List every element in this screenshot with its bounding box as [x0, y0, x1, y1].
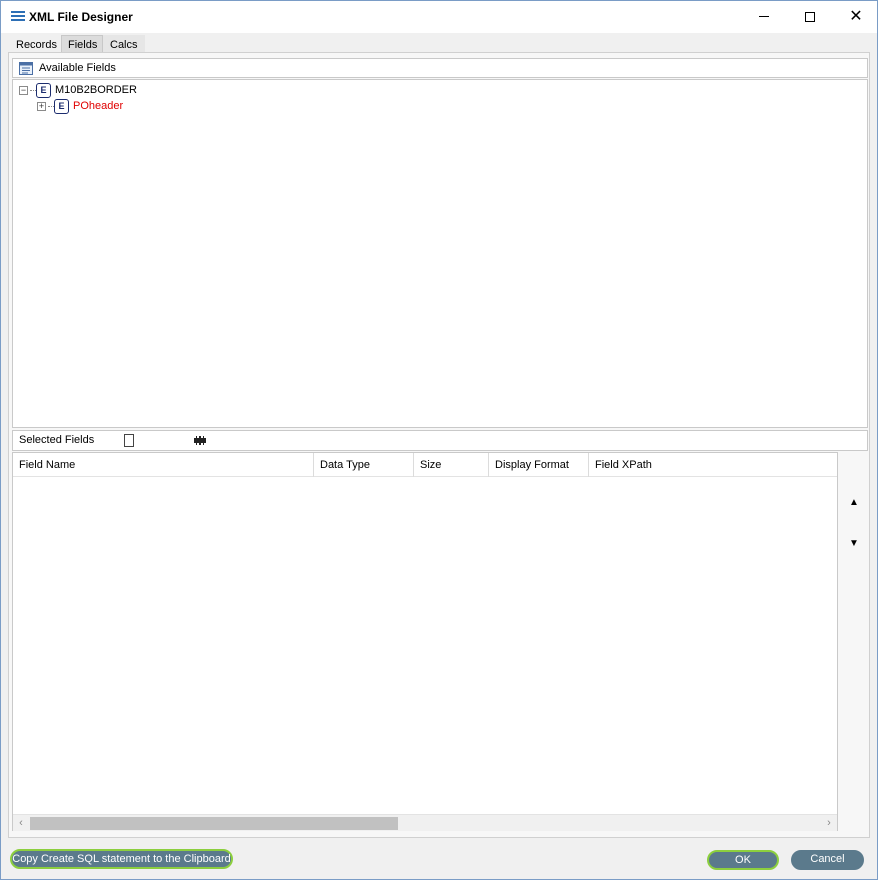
tree-node[interactable]: − E M10B2BORDER: [19, 82, 137, 98]
column-header-data-type[interactable]: Data Type: [314, 453, 414, 477]
collapse-icon[interactable]: −: [19, 85, 28, 95]
ok-button[interactable]: OK: [707, 850, 779, 870]
available-fields-tree[interactable]: − E M10B2BORDER + E POheader: [12, 79, 868, 428]
tree-node-label: M10B2BORDER: [55, 84, 137, 96]
scroll-right-icon[interactable]: ›: [821, 815, 837, 831]
move-up-icon[interactable]: ▲: [846, 495, 862, 511]
tab-fields[interactable]: Fields: [61, 35, 103, 53]
tree-node[interactable]: + E POheader: [37, 98, 123, 114]
horizontal-scrollbar[interactable]: ‹ ›: [13, 814, 837, 831]
window-title: XML File Designer: [29, 10, 133, 24]
filmstrip-icon[interactable]: [194, 436, 206, 445]
tab-calcs[interactable]: Calcs: [103, 35, 145, 53]
element-icon: E: [54, 98, 69, 114]
minimize-icon: [759, 16, 769, 18]
app-menu-icon[interactable]: [11, 11, 25, 23]
selected-fields-grid[interactable]: Field Name Data Type Size Display Format…: [12, 452, 838, 831]
minimize-button[interactable]: [741, 1, 787, 33]
close-button[interactable]: ✕: [833, 1, 878, 33]
column-header-display-format[interactable]: Display Format: [489, 453, 589, 477]
expand-icon[interactable]: +: [37, 101, 46, 111]
close-icon: ✕: [849, 8, 863, 25]
tree-node-label: POheader: [73, 100, 124, 112]
column-header-field-name[interactable]: Field Name: [13, 453, 314, 477]
copy-sql-button[interactable]: Copy Create SQL statement to the Clipboa…: [10, 849, 233, 869]
maximize-button[interactable]: [787, 1, 833, 33]
element-icon: E: [36, 82, 51, 98]
column-header-field-xpath[interactable]: Field XPath: [589, 453, 837, 477]
scroll-left-icon[interactable]: ‹: [13, 815, 29, 831]
fields-list-icon: [19, 61, 33, 75]
column-header-size[interactable]: Size: [414, 453, 489, 477]
maximize-icon: [805, 11, 815, 22]
selected-fields-header: Selected Fields: [12, 430, 868, 451]
tab-records[interactable]: Records: [9, 35, 61, 53]
selected-fields-label: Selected Fields: [19, 434, 95, 446]
available-fields-header: Available Fields: [12, 58, 868, 78]
title-bar: XML File Designer ✕: [1, 1, 877, 33]
grid-header: Field Name Data Type Size Display Format…: [13, 453, 837, 477]
scrollbar-thumb[interactable]: [30, 817, 398, 830]
new-document-icon[interactable]: [124, 434, 134, 447]
available-fields-label: Available Fields: [39, 62, 116, 74]
move-down-icon[interactable]: ▼: [846, 536, 862, 552]
cancel-button[interactable]: Cancel: [791, 850, 864, 870]
